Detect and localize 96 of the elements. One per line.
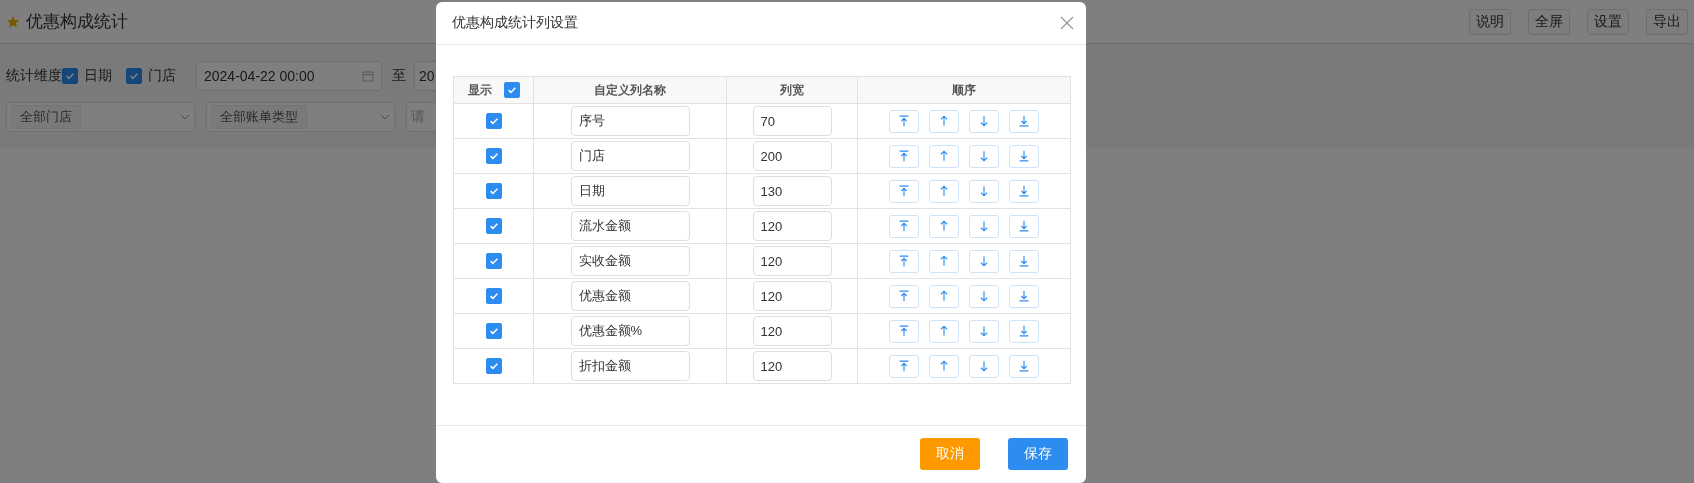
calendar-icon <box>362 70 374 82</box>
column-name-field[interactable]: 优惠金额% <box>570 316 690 346</box>
move-up-button[interactable] <box>929 144 959 168</box>
header-button[interactable]: 导出 <box>1646 8 1688 35</box>
move-top-button[interactable] <box>889 179 919 203</box>
move-up-button[interactable] <box>929 319 959 343</box>
filter-label: 统计维度 <box>6 67 62 85</box>
column-name-field[interactable]: 序号 <box>570 106 690 136</box>
checkbox[interactable] <box>485 112 502 129</box>
header-button[interactable]: 说明 <box>1469 8 1511 35</box>
move-to-bottom-icon <box>1017 289 1031 303</box>
move-bottom-button[interactable] <box>1009 319 1039 343</box>
chevron-down-icon <box>380 114 390 120</box>
column-name-field[interactable]: 门店 <box>570 141 690 171</box>
move-down-button[interactable] <box>969 319 999 343</box>
move-to-bottom-icon <box>1017 184 1031 198</box>
column-header: 列宽 <box>780 82 804 97</box>
dialog-title: 优惠构成统计列设置 <box>452 14 578 32</box>
move-to-bottom-icon <box>1017 149 1031 163</box>
column-width-field[interactable]: 120 <box>752 351 832 381</box>
move-top-button[interactable] <box>889 144 919 168</box>
checkbox-label: 日期 <box>84 67 112 85</box>
move-bottom-button[interactable] <box>1009 249 1039 273</box>
column-name-field[interactable]: 优惠金额 <box>570 281 690 311</box>
move-up-button[interactable] <box>929 179 959 203</box>
move-bottom-button[interactable] <box>1009 354 1039 378</box>
column-name-field[interactable]: 折扣金额 <box>570 351 690 381</box>
range-separator: 至 <box>392 67 406 85</box>
checkbox[interactable] <box>485 287 502 304</box>
checkbox[interactable] <box>485 147 502 164</box>
move-up-button[interactable] <box>929 249 959 273</box>
checkbox[interactable] <box>485 357 502 374</box>
column-width-field[interactable]: 120 <box>752 316 832 346</box>
chevron-down-icon <box>180 114 190 120</box>
column-width-field[interactable]: 70 <box>752 106 832 136</box>
column-width-field[interactable]: 130 <box>752 176 832 206</box>
move-to-top-icon <box>897 289 911 303</box>
move-to-top-icon <box>897 359 911 373</box>
move-to-bottom-icon <box>1017 359 1031 373</box>
move-top-button[interactable] <box>889 109 919 133</box>
move-bottom-button[interactable] <box>1009 179 1039 203</box>
star-icon <box>6 14 20 29</box>
move-to-top-icon <box>897 324 911 338</box>
column-width-field[interactable]: 120 <box>752 211 832 241</box>
checkbox[interactable] <box>485 252 502 269</box>
move-to-top-icon <box>897 149 911 163</box>
select-all-checkbox[interactable] <box>503 82 520 98</box>
move-bottom-button[interactable] <box>1009 144 1039 168</box>
header-button[interactable]: 设置 <box>1587 8 1629 35</box>
move-down-button[interactable] <box>969 354 999 378</box>
move-top-button[interactable] <box>889 214 919 238</box>
move-to-top-icon <box>897 114 911 128</box>
page-title: 优惠构成统计 <box>26 11 128 33</box>
move-top-button[interactable] <box>889 284 919 308</box>
move-top-button[interactable] <box>889 319 919 343</box>
column-width-field[interactable]: 120 <box>752 246 832 276</box>
header-button[interactable]: 全屏 <box>1528 8 1570 35</box>
move-down-button[interactable] <box>969 109 999 133</box>
move-to-top-icon <box>897 254 911 268</box>
column-header: 顺序 <box>952 82 976 97</box>
move-bottom-button[interactable] <box>1009 109 1039 133</box>
checkbox-label: 门店 <box>148 67 176 85</box>
column-name-field[interactable]: 实收金额 <box>570 246 690 276</box>
column-width-field[interactable]: 200 <box>752 141 832 171</box>
close-button[interactable] <box>1060 16 1074 30</box>
move-to-bottom-icon <box>1017 219 1031 233</box>
checkbox[interactable] <box>62 68 78 84</box>
move-up-button[interactable] <box>929 284 959 308</box>
move-down-button[interactable] <box>969 284 999 308</box>
move-down-button[interactable] <box>969 214 999 238</box>
checkbox[interactable] <box>485 322 502 339</box>
column-name-field[interactable]: 流水金额 <box>570 211 690 241</box>
checkbox[interactable] <box>485 217 502 234</box>
move-top-button[interactable] <box>889 249 919 273</box>
move-to-bottom-icon <box>1017 254 1031 268</box>
move-bottom-button[interactable] <box>1009 214 1039 238</box>
move-to-top-icon <box>897 184 911 198</box>
move-down-button[interactable] <box>969 144 999 168</box>
move-to-bottom-icon <box>1017 114 1031 128</box>
move-bottom-button[interactable] <box>1009 284 1039 308</box>
move-to-top-icon <box>897 219 911 233</box>
move-top-button[interactable] <box>889 354 919 378</box>
column-header: 自定义列名称 <box>594 82 666 97</box>
checkbox[interactable] <box>485 182 502 199</box>
move-down-button[interactable] <box>969 179 999 203</box>
column-header: 显示 <box>467 81 492 99</box>
close-icon <box>1060 16 1074 30</box>
move-up-button[interactable] <box>929 109 959 133</box>
move-down-button[interactable] <box>969 249 999 273</box>
column-name-field[interactable]: 日期 <box>570 176 690 206</box>
checkbox[interactable] <box>126 68 142 84</box>
move-up-button[interactable] <box>929 214 959 238</box>
date-field[interactable]: 2024-04-22 00:00 <box>196 61 382 91</box>
column-width-field[interactable]: 120 <box>752 281 832 311</box>
move-to-bottom-icon <box>1017 324 1031 338</box>
move-up-button[interactable] <box>929 354 959 378</box>
